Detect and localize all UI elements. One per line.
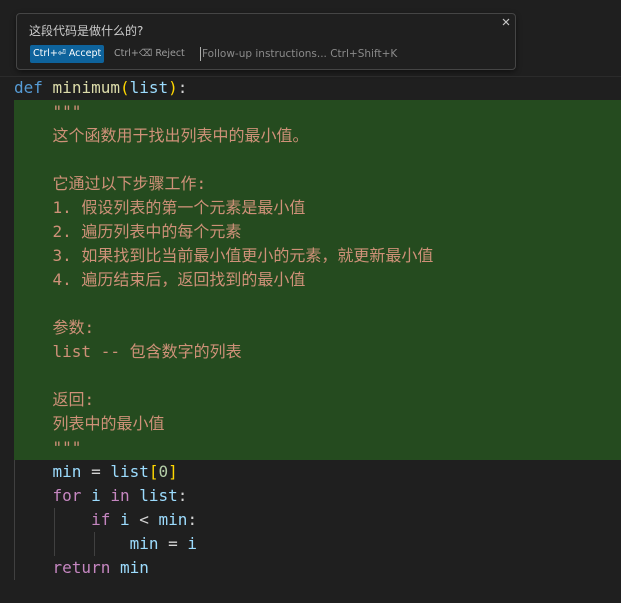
colon: : [177, 486, 188, 505]
variable-i: i [91, 486, 101, 505]
docstring-quotes: """ [52, 438, 82, 457]
reject-button[interactable]: Ctrl+⌫ Reject [111, 45, 188, 63]
keyword-return: return [52, 558, 111, 577]
docstring-quotes: """ [52, 102, 82, 121]
docstring-text: 它通过以下步骤工作: [52, 174, 207, 193]
keyword-in: in [110, 486, 130, 505]
keyword-def: def [14, 78, 43, 97]
docstring-text: 参数: [52, 318, 95, 337]
docstring-text: 返回: [52, 390, 95, 409]
docstring-line[interactable]: list -- 包含数字的列表 [14, 340, 242, 364]
docstring-line[interactable]: 2. 遍历列表中的每个元素 [14, 220, 242, 244]
code-line-def[interactable]: def minimum(list): [14, 76, 187, 100]
chat-question: 这段代码是做什么的? [29, 24, 144, 38]
bracket-open: [ [148, 462, 159, 481]
less-than-operator: < [139, 510, 149, 529]
paren-open: ( [119, 78, 130, 97]
docstring-text: list -- 包含数字的列表 [52, 342, 242, 361]
docstring-text: 这个函数用于找出列表中的最小值。 [52, 126, 309, 145]
docstring-line[interactable]: 参数: [14, 316, 95, 340]
variable-min: min [52, 462, 82, 481]
bracket-close: ] [168, 462, 178, 481]
docstring-line[interactable]: 返回: [14, 388, 95, 412]
number-literal: 0 [158, 462, 169, 481]
close-icon[interactable] [499, 15, 513, 29]
paren-close: ) [168, 78, 178, 97]
docstring-close[interactable]: """ [14, 436, 82, 460]
docstring-text: 3. 如果找到比当前最小值更小的元素，就更新最小值 [52, 246, 434, 265]
code-editor[interactable]: def minimum(list): """ 这个函数用于找出列表中的最小值。 … [0, 76, 621, 603]
docstring-open[interactable]: """ [14, 100, 82, 124]
variable-min: min [158, 510, 188, 529]
colon: : [187, 510, 198, 529]
followup-input[interactable]: Follow-up instructions... Ctrl+Shift+K [200, 45, 500, 63]
assign-operator: = [158, 534, 188, 553]
code-line-if[interactable]: if i < min: [14, 508, 197, 532]
docstring-line[interactable] [14, 364, 53, 388]
docstring-text: 2. 遍历列表中的每个元素 [52, 222, 242, 241]
followup-placeholder: Follow-up instructions... Ctrl+Shift+K [202, 48, 398, 60]
colon: : [177, 78, 188, 97]
variable-min: min [129, 534, 159, 553]
variable-i: i [119, 510, 130, 529]
docstring-line[interactable]: 它通过以下步骤工作: [14, 172, 207, 196]
docstring-line[interactable]: 4. 遍历结束后，返回找到的最小值 [14, 268, 306, 292]
code-line-assign[interactable]: min = list[0] [14, 460, 178, 484]
code-line-return[interactable]: return min [14, 556, 149, 580]
docstring-line[interactable]: 1. 假设列表的第一个元素是最小值 [14, 196, 306, 220]
keyword-for: for [52, 486, 82, 505]
docstring-text: 1. 假设列表的第一个元素是最小值 [52, 198, 306, 217]
code-line-update[interactable]: min = i [14, 532, 197, 556]
variable-min: min [119, 558, 149, 577]
function-name: minimum [52, 78, 120, 97]
docstring-line[interactable]: 这个函数用于找出列表中的最小值。 [14, 124, 309, 148]
variable-list: list [139, 486, 178, 505]
variable-i: i [187, 534, 198, 553]
docstring-line[interactable]: 列表中的最小值 [14, 412, 165, 436]
docstring-text: 列表中的最小值 [52, 414, 165, 433]
code-line-for[interactable]: for i in list: [14, 484, 188, 508]
docstring-line[interactable] [14, 292, 53, 316]
accept-button[interactable]: Ctrl+⏎ Accept [30, 45, 105, 63]
docstring-text: 4. 遍历结束后，返回找到的最小值 [52, 270, 306, 289]
assign-operator: = [81, 462, 111, 481]
inline-chat-widget: 这段代码是做什么的? Ctrl+⏎ Accept Ctrl+⌫ Reject F… [16, 13, 516, 70]
text-cursor [200, 47, 201, 61]
docstring-line[interactable]: 3. 如果找到比当前最小值更小的元素，就更新最小值 [14, 244, 434, 268]
variable-list: list [110, 462, 149, 481]
parameter-list: list [129, 78, 169, 97]
keyword-if: if [91, 510, 111, 529]
docstring-line[interactable] [14, 148, 53, 172]
